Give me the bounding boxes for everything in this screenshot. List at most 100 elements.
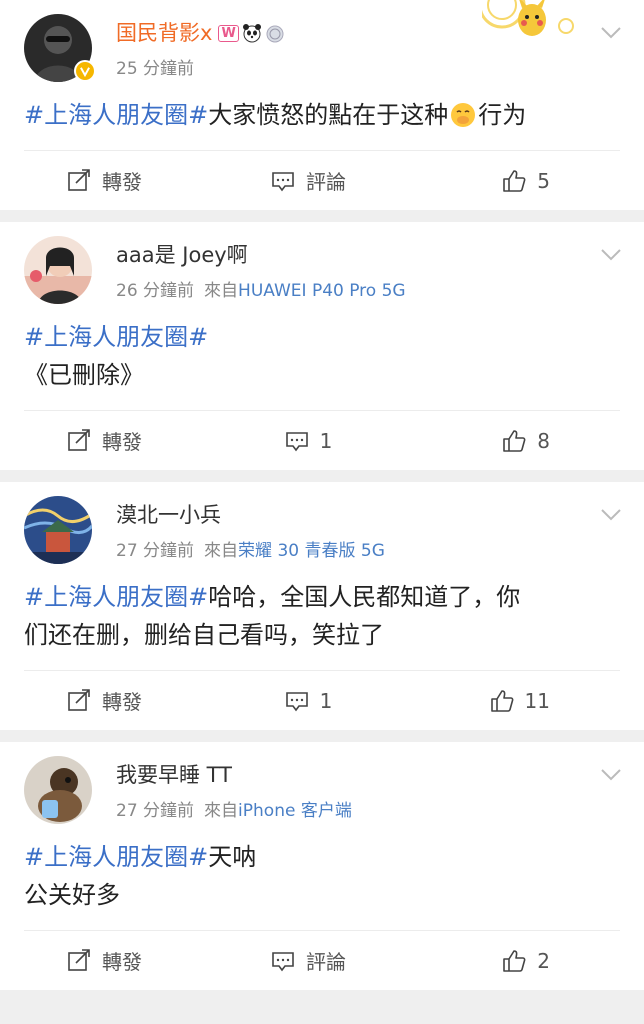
- post-meta: aaa是 Joey啊 26 分鐘前 來自HUAWEI P40 Pro 5G: [116, 236, 406, 301]
- medal-badge-icon: [266, 25, 284, 43]
- comment-count: 1: [319, 688, 333, 713]
- comment-button[interactable]: 評論: [227, 166, 388, 195]
- like-button[interactable]: 5: [389, 168, 620, 194]
- like-count: 11: [524, 688, 550, 713]
- chevron-down-icon[interactable]: [600, 26, 622, 40]
- repost-label: 轉發: [102, 430, 142, 454]
- like-button[interactable]: 8: [389, 428, 620, 454]
- post-actions: 轉發 評論 5: [24, 150, 620, 210]
- chevron-down-icon[interactable]: [600, 508, 622, 522]
- comment-count: 1: [319, 428, 333, 453]
- post-content[interactable]: #上海人朋友圈# 《已刪除》: [0, 310, 644, 394]
- post-card[interactable]: 漠北一小兵 27 分鐘前 來自荣耀 30 青春版 5G #上海人朋友圈#哈哈，全国…: [0, 482, 644, 730]
- comment-label: 評論: [305, 170, 346, 194]
- comment-button[interactable]: 1: [227, 688, 388, 714]
- repost-button[interactable]: 轉發: [24, 426, 227, 455]
- comment-icon: [285, 431, 308, 451]
- like-count: 5: [537, 168, 550, 193]
- avatar[interactable]: [24, 236, 92, 304]
- avatar-container[interactable]: [24, 496, 92, 564]
- hand-over-mouth-emoji-icon: [451, 103, 476, 127]
- repost-icon: [68, 688, 90, 711]
- like-button[interactable]: 2: [389, 948, 620, 974]
- post-text-end: 行为: [478, 101, 527, 129]
- post-actions: 轉發 評論 2: [24, 930, 620, 990]
- post-subline: 27 分鐘前 來自荣耀 30 青春版 5G: [116, 536, 385, 561]
- weibo-comment-feed: 国民背影ⅹ W 25 分鐘前 #上海人朋友圈#大家愤怒的點在于这种 行为 轉發 …: [0, 0, 644, 1024]
- post-time: 26 分鐘前: [116, 281, 195, 301]
- username[interactable]: 我要早睡 TT: [116, 760, 352, 790]
- repost-icon: [68, 948, 90, 971]
- post-header: aaa是 Joey啊 26 分鐘前 來自HUAWEI P40 Pro 5G: [0, 222, 644, 310]
- user-badges: W: [218, 23, 284, 43]
- avatar-container[interactable]: [24, 236, 92, 304]
- post-text: 《已刪除》: [24, 361, 144, 389]
- topic-hashtag[interactable]: #上海人朋友圈#: [24, 323, 208, 351]
- post-header: 国民背影ⅹ W 25 分鐘前: [0, 0, 644, 88]
- post-text: 天呐: [208, 843, 257, 871]
- username-text[interactable]: 漠北一小兵: [116, 500, 221, 530]
- post-time: 27 分鐘前: [116, 801, 195, 821]
- post-subline: 25 分鐘前: [116, 54, 285, 79]
- username-text[interactable]: 我要早睡 TT: [116, 760, 232, 790]
- comment-icon: [285, 691, 308, 711]
- topic-hashtag[interactable]: #上海人朋友圈#: [24, 843, 208, 871]
- repost-label: 轉發: [102, 170, 142, 194]
- comment-label: 評論: [305, 950, 346, 974]
- post-meta: 国民背影ⅹ W 25 分鐘前: [116, 14, 285, 79]
- username-text[interactable]: 国民背影ⅹ: [116, 18, 212, 48]
- post-content[interactable]: #上海人朋友圈#天呐 公关好多: [0, 830, 644, 914]
- username-text[interactable]: aaa是 Joey啊: [116, 240, 248, 270]
- device-source[interactable]: HUAWEI P40 Pro 5G: [238, 281, 406, 301]
- source-prefix: 來自: [204, 801, 239, 821]
- like-button[interactable]: 11: [389, 688, 620, 714]
- repost-icon: [68, 428, 90, 451]
- username[interactable]: aaa是 Joey啊: [116, 240, 406, 270]
- post-actions: 轉發 1 11: [24, 670, 620, 730]
- topic-hashtag[interactable]: #上海人朋友圈#: [24, 101, 208, 129]
- device-source[interactable]: 荣耀 30 青春版 5G: [238, 541, 385, 561]
- like-icon: [503, 949, 526, 972]
- repost-icon: [68, 168, 90, 191]
- post-meta: 漠北一小兵 27 分鐘前 來自荣耀 30 青春版 5G: [116, 496, 385, 561]
- chevron-down-icon[interactable]: [600, 768, 622, 782]
- chevron-down-icon[interactable]: [600, 248, 622, 262]
- comment-button[interactable]: 1: [227, 428, 388, 454]
- repost-button[interactable]: 轉發: [24, 946, 227, 975]
- post-text-line2: 公关好多: [24, 881, 120, 909]
- avatar-container[interactable]: [24, 14, 96, 82]
- post-actions: 轉發 1 8: [24, 410, 620, 470]
- post-card[interactable]: 我要早睡 TT 27 分鐘前 來自iPhone 客户端 #上海人朋友圈#天呐 公关…: [0, 742, 644, 990]
- post-content[interactable]: #上海人朋友圈#大家愤怒的點在于这种 行为: [0, 88, 644, 134]
- username[interactable]: 国民背影ⅹ W: [116, 18, 285, 48]
- post-subline: 26 分鐘前 來自HUAWEI P40 Pro 5G: [116, 276, 406, 301]
- repost-label: 轉發: [102, 690, 142, 714]
- comment-icon: [272, 951, 294, 971]
- panda-badge-icon: [242, 24, 261, 43]
- post-text-line2: 们还在删，删给自己看吗，笑拉了: [24, 621, 384, 649]
- comment-button[interactable]: 評論: [227, 946, 388, 975]
- avatar[interactable]: [24, 496, 92, 564]
- post-text: 大家愤怒的點在于这种: [208, 101, 449, 129]
- like-count: 8: [537, 428, 550, 453]
- post-meta: 我要早睡 TT 27 分鐘前 來自iPhone 客户端: [116, 756, 352, 821]
- repost-label: 轉發: [102, 950, 142, 974]
- avatar-container[interactable]: [24, 756, 92, 824]
- repost-button[interactable]: 轉發: [24, 166, 227, 195]
- post-time: 25 分鐘前: [116, 59, 195, 79]
- post-header: 我要早睡 TT 27 分鐘前 來自iPhone 客户端: [0, 742, 644, 830]
- w-badge-icon: W: [218, 24, 239, 42]
- avatar[interactable]: [24, 756, 92, 824]
- topic-hashtag[interactable]: #上海人朋友圈#: [24, 583, 208, 611]
- like-icon: [490, 689, 513, 712]
- post-content[interactable]: #上海人朋友圈#哈哈，全国人民都知道了，你 们还在删，删给自己看吗，笑拉了: [0, 570, 644, 654]
- post-header: 漠北一小兵 27 分鐘前 來自荣耀 30 青春版 5G: [0, 482, 644, 570]
- like-count: 2: [537, 948, 550, 973]
- post-time: 27 分鐘前: [116, 541, 195, 561]
- username[interactable]: 漠北一小兵: [116, 500, 385, 530]
- repost-button[interactable]: 轉發: [24, 686, 227, 715]
- post-card[interactable]: 国民背影ⅹ W 25 分鐘前 #上海人朋友圈#大家愤怒的點在于这种 行为 轉發 …: [0, 0, 644, 210]
- post-card[interactable]: aaa是 Joey啊 26 分鐘前 來自HUAWEI P40 Pro 5G #上海…: [0, 222, 644, 470]
- post-subline: 27 分鐘前 來自iPhone 客户端: [116, 796, 352, 821]
- device-source[interactable]: iPhone 客户端: [238, 801, 352, 821]
